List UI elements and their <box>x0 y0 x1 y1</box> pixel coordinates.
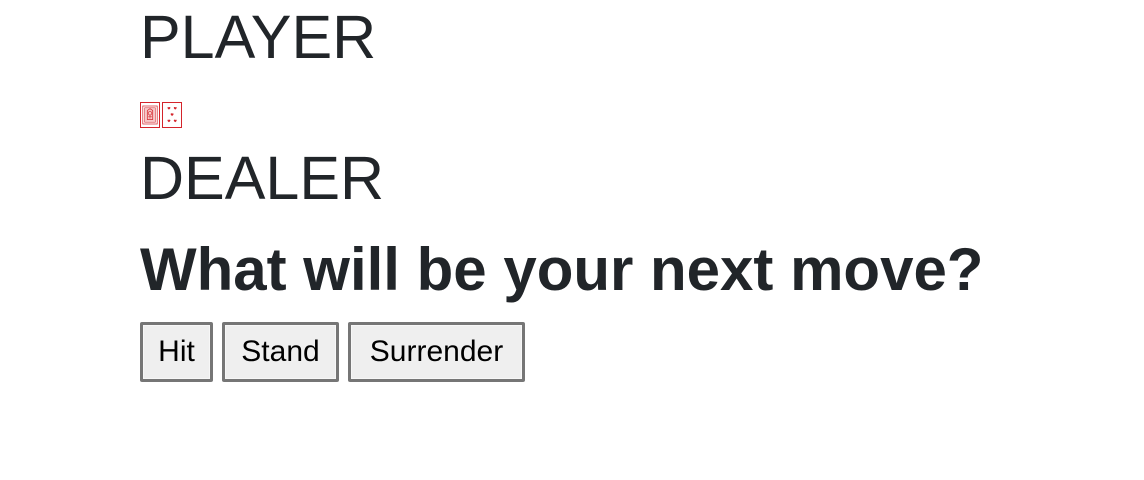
surrender-button[interactable]: Surrender <box>348 322 525 382</box>
hit-button[interactable]: Hit <box>140 322 213 382</box>
queen-of-hearts-card-icon <box>140 102 160 128</box>
player-heading: PLAYER <box>140 3 377 71</box>
five-of-hearts-card-icon <box>162 102 182 128</box>
stand-button[interactable]: Stand <box>222 322 339 382</box>
action-buttons: Hit Stand Surrender <box>140 322 525 382</box>
player-hand <box>140 102 182 132</box>
next-move-prompt: What will be your next move? <box>140 236 984 303</box>
dealer-heading: DEALER <box>140 144 385 212</box>
